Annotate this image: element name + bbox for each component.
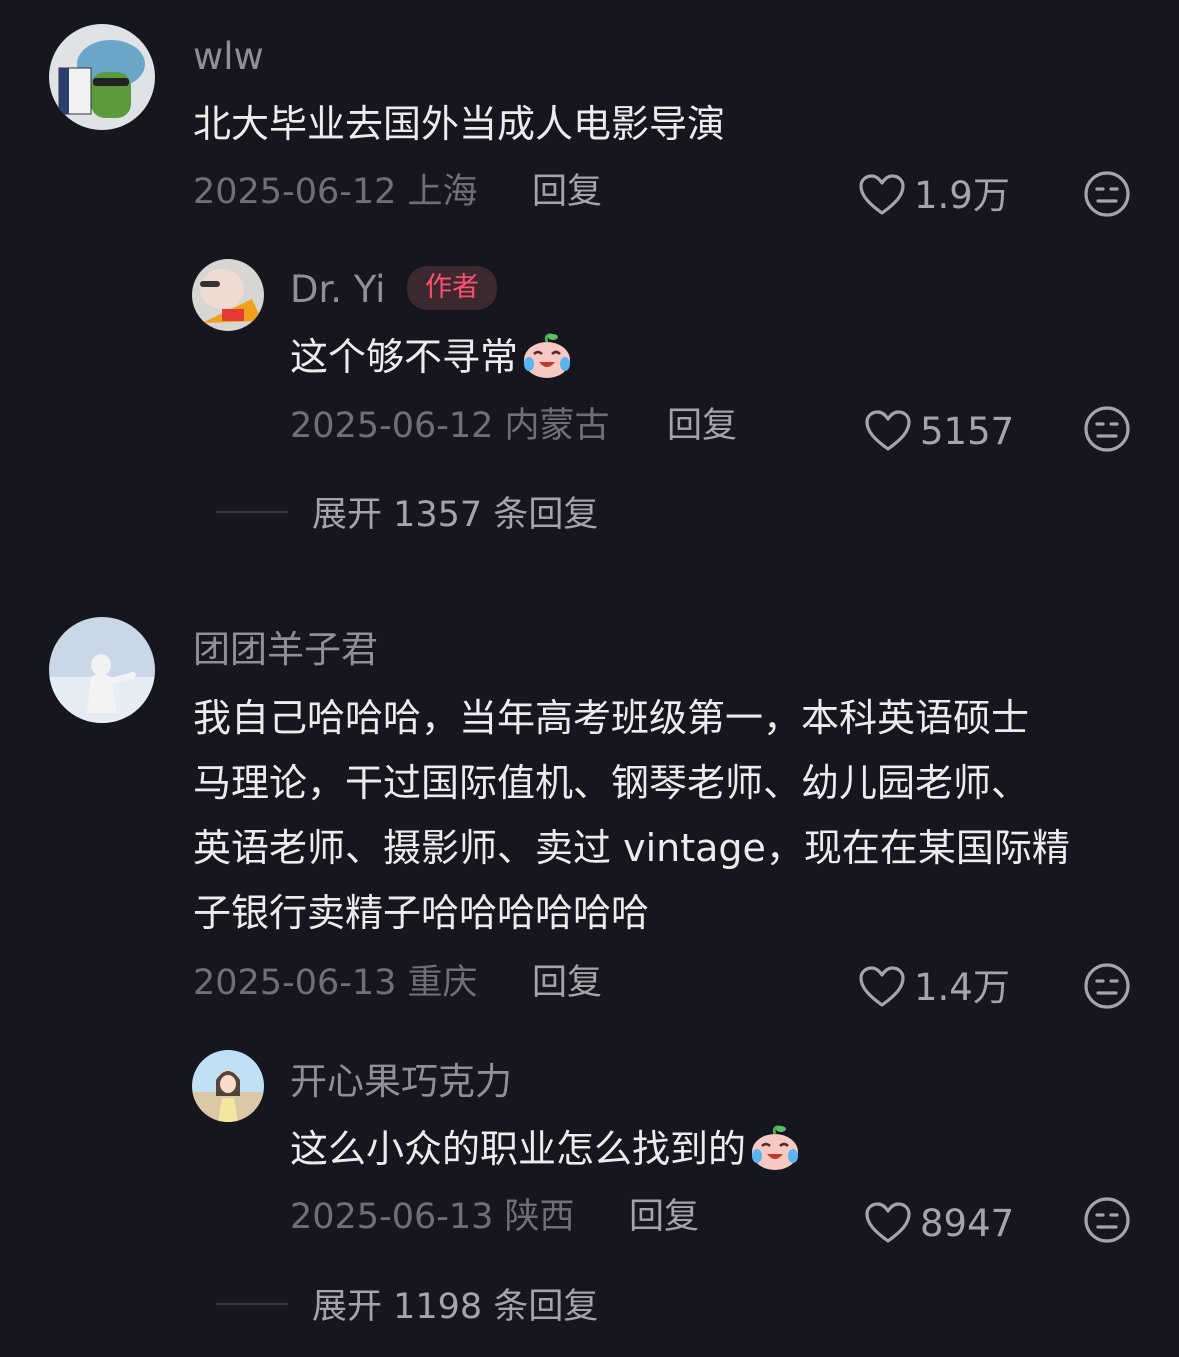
dislike-face-icon[interactable] bbox=[1083, 1196, 1131, 1244]
comment-username[interactable]: 团团羊子君 bbox=[193, 631, 378, 668]
avatar[interactable] bbox=[49, 617, 155, 723]
reply-button[interactable]: 回复 bbox=[667, 409, 737, 444]
avatar[interactable] bbox=[49, 24, 155, 130]
dislike-face-icon[interactable] bbox=[1083, 405, 1131, 453]
comment-text: 北大毕业去国外当成人电影导演 bbox=[193, 102, 726, 146]
heart-icon bbox=[858, 173, 906, 217]
like-count: 5157 bbox=[920, 409, 1015, 453]
like-button[interactable]: 5157 bbox=[864, 409, 1014, 453]
reply-text-content: 这么小众的职业怎么找到的 bbox=[290, 1127, 747, 1171]
author-badge: 作者 bbox=[407, 266, 497, 311]
expand-replies-label: 展开 1198 条回复 bbox=[312, 1287, 599, 1327]
comment-date-location: 2025-06-13 重庆 bbox=[193, 963, 478, 1003]
reply-button[interactable]: 回复 bbox=[629, 1200, 699, 1235]
reply-button[interactable]: 回复 bbox=[532, 175, 602, 210]
dislike-face-icon[interactable] bbox=[1083, 962, 1131, 1010]
comment-date-location: 2025-06-12 上海 bbox=[193, 172, 478, 212]
like-button[interactable]: 1.9万 bbox=[858, 173, 1010, 217]
expand-replies-button[interactable]: 展开 1357 条回复 bbox=[216, 486, 598, 537]
heart-icon bbox=[864, 1201, 912, 1245]
divider-line bbox=[216, 510, 288, 513]
reply-date-location: 2025-06-13 陕西 bbox=[290, 1197, 575, 1237]
crying-laughing-peach-icon bbox=[520, 330, 574, 380]
dislike-face-icon[interactable] bbox=[1083, 170, 1131, 218]
reply-text-content: 这个够不寻常 bbox=[290, 335, 519, 379]
heart-icon bbox=[858, 965, 906, 1009]
comment-text-line: 马理论，干过国际值机、钢琴老师、幼儿园老师、 bbox=[193, 761, 1030, 805]
like-button[interactable]: 1.4万 bbox=[858, 965, 1010, 1009]
divider-line bbox=[216, 1302, 288, 1305]
like-count: 1.9万 bbox=[914, 173, 1010, 217]
crying-laughing-peach-icon bbox=[748, 1122, 802, 1172]
avatar[interactable] bbox=[192, 1050, 264, 1122]
reply-button[interactable]: 回复 bbox=[532, 966, 602, 1001]
comment-text-line: 英语老师、摄影师、卖过 vintage，现在在某国际精 bbox=[193, 826, 1070, 870]
reply-text: 这么小众的职业怎么找到的 bbox=[290, 1117, 802, 1182]
like-button[interactable]: 8947 bbox=[864, 1201, 1014, 1245]
comment-text-line: 我自己哈哈哈，当年高考班级第一，本科英语硕士 bbox=[193, 696, 1030, 740]
comment-text-line: 子银行卖精子哈哈哈哈哈哈 bbox=[193, 891, 650, 935]
reply-username[interactable]: 开心果巧克力 bbox=[290, 1063, 512, 1100]
heart-icon bbox=[864, 409, 912, 453]
reply-username[interactable]: Dr. Yi bbox=[290, 271, 385, 308]
reply-date-location: 2025-06-12 内蒙古 bbox=[290, 406, 610, 446]
reply-text: 这个够不寻常 bbox=[290, 325, 574, 390]
comment-username[interactable]: wlw bbox=[193, 38, 264, 75]
avatar[interactable] bbox=[192, 259, 264, 331]
like-count: 8947 bbox=[920, 1201, 1015, 1245]
expand-replies-label: 展开 1357 条回复 bbox=[312, 495, 599, 535]
expand-replies-button[interactable]: 展开 1198 条回复 bbox=[216, 1278, 598, 1329]
like-count: 1.4万 bbox=[914, 965, 1010, 1009]
